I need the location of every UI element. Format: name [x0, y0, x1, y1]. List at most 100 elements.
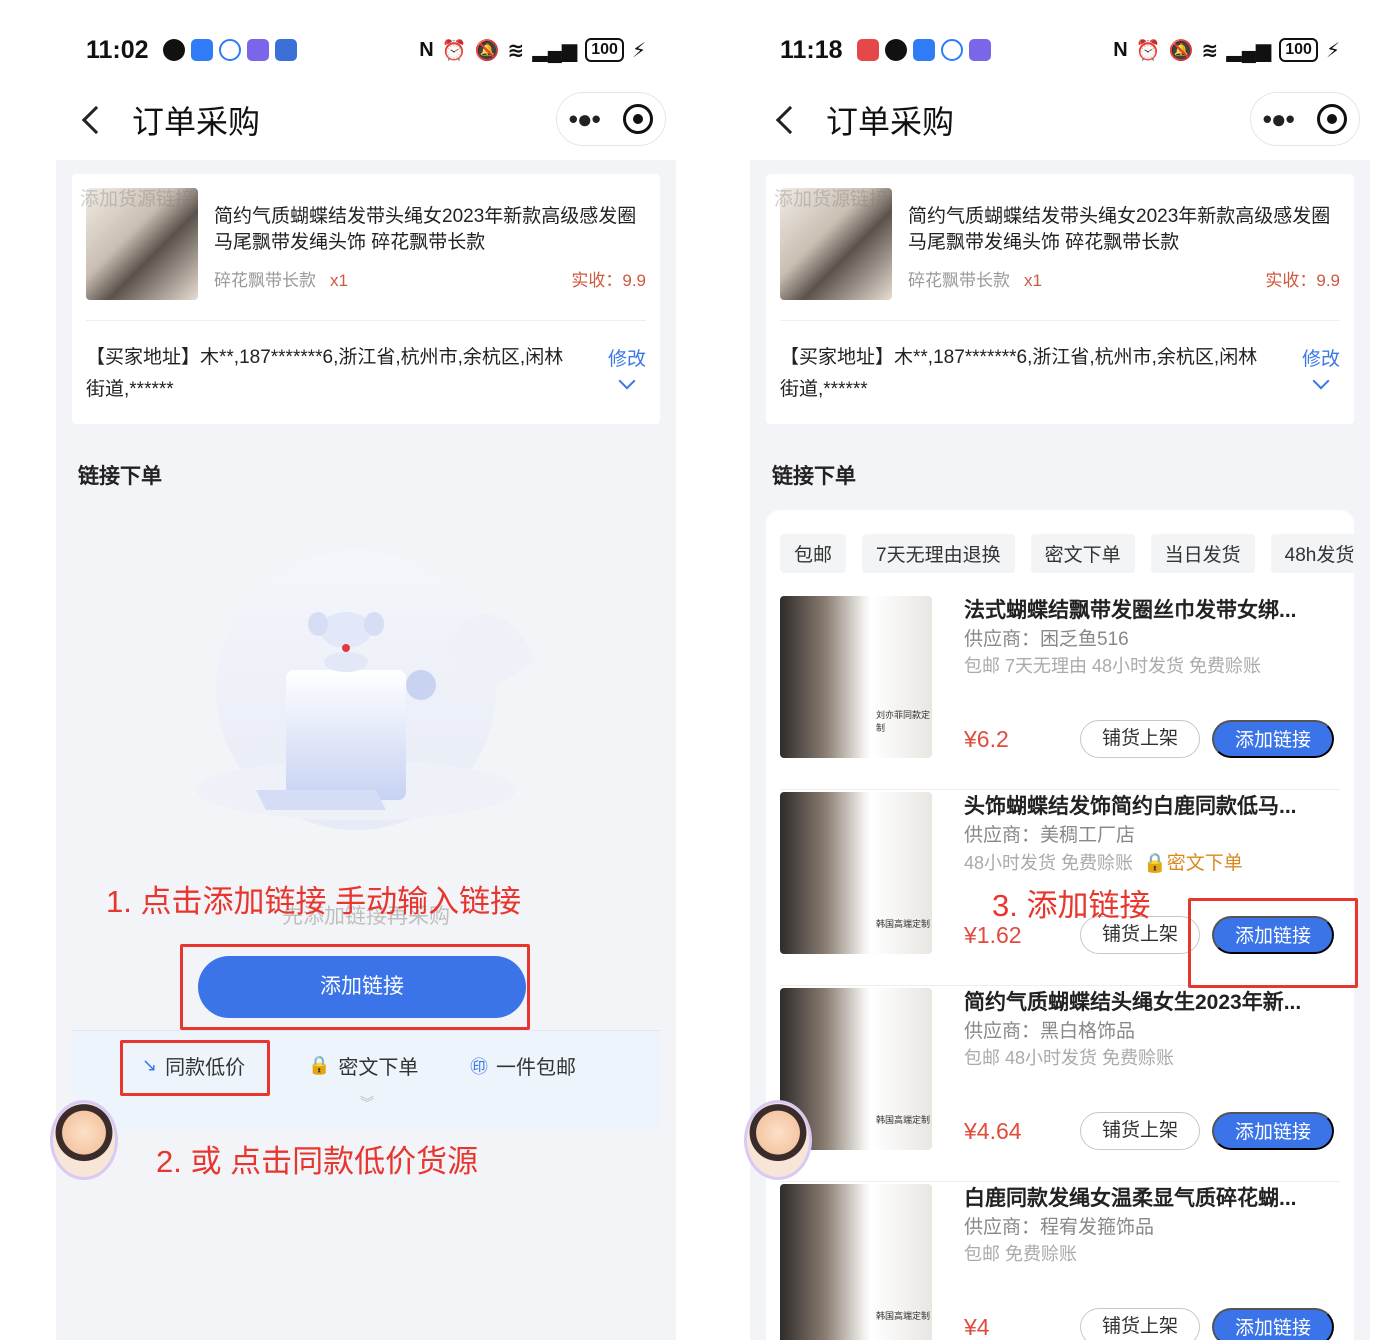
- assistant-avatar[interactable]: [50, 1100, 118, 1180]
- quantity: x1: [1024, 271, 1042, 290]
- item-supplier: 供应商：困乏鱼516: [964, 629, 1129, 650]
- nav-bar: 订单采购 •●•: [56, 88, 676, 152]
- item-price: ¥4: [964, 1314, 990, 1340]
- highlight-add-link-list: [1188, 898, 1358, 988]
- tab-encrypted-order[interactable]: 🔒 密文下单: [308, 1051, 418, 1080]
- item-title[interactable]: 简约气质蝴蝶结头绳女生2023年新...: [964, 986, 1340, 1016]
- close-miniprogram-icon[interactable]: [623, 104, 654, 134]
- charging-icon: ⚡: [631, 39, 646, 62]
- nfc-icon: N: [419, 38, 434, 61]
- annotation-step-1: 1. 点击添加链接 手动输入链接: [106, 884, 522, 919]
- battery-icon: 100: [585, 38, 624, 62]
- status-time: 11:18: [780, 35, 843, 64]
- product-title: 简约气质蝴蝶结发带头绳女2023年新款高级感发圈马尾飘带发绳头饰 碎花飘带长款: [214, 206, 637, 253]
- mail-badge-icon: ㊞: [470, 1056, 488, 1077]
- tab-free-shipping[interactable]: ㊞ 一件包邮: [470, 1051, 576, 1080]
- tags-text: 包邮 48小时发货 免费赊账: [964, 1048, 1175, 1068]
- item-supplier: 供应商：美稠工厂店: [964, 825, 1136, 846]
- product-spec: 碎花飘带长款 x1: [908, 266, 1042, 291]
- highlight-same-low-price: [120, 1040, 270, 1096]
- list-product-button[interactable]: 铺货上架: [1080, 1112, 1200, 1150]
- item-price: ¥6.2: [964, 726, 1009, 752]
- add-link-button[interactable]: 添加链接: [1212, 1308, 1334, 1340]
- chat-icon: [218, 39, 241, 61]
- image-caption: 刘亦菲同款定制: [876, 710, 931, 733]
- status-time: 11:02: [86, 35, 149, 64]
- item-image: 韩国高端定制: [780, 1184, 932, 1340]
- chevron-down-icon[interactable]: ︾: [360, 1093, 374, 1113]
- filter-chip[interactable]: 当日发货: [1150, 534, 1255, 573]
- close-miniprogram-icon[interactable]: [1317, 104, 1348, 134]
- list-item: 刘亦菲同款定制 法式蝴蝶结飘带发圈丝巾发带女绑... 供应商：困乏鱼516 包邮…: [780, 594, 1340, 790]
- divider: [86, 320, 646, 321]
- paid-amount: 实收：9.9: [1265, 271, 1340, 290]
- assistant-avatar[interactable]: [744, 1100, 812, 1180]
- item-title[interactable]: 白鹿同款发绳女温柔显气质碎花蝴...: [964, 1182, 1340, 1212]
- list-product-button[interactable]: 铺货上架: [1080, 720, 1200, 758]
- back-icon[interactable]: [81, 105, 111, 135]
- item-price: ¥4.64: [964, 1118, 1022, 1144]
- page-content: 添加货源链接 简约气质蝴蝶结发带头绳女2023年新款高级感发圈马尾飘带发绳头饰 …: [750, 160, 1370, 1340]
- add-link-button[interactable]: 添加链接: [1212, 1112, 1334, 1150]
- nav-bar: 订单采购 •●•: [750, 88, 1370, 152]
- item-title[interactable]: 头饰蝴蝶结发饰简约白鹿同款低马...: [964, 790, 1340, 820]
- item-title[interactable]: 法式蝴蝶结飘带发圈丝巾发带女绑...: [964, 594, 1340, 624]
- qq-icon: [162, 39, 185, 61]
- tab-label: 一件包邮: [496, 1057, 576, 1079]
- chevron-down-icon: [1312, 372, 1330, 390]
- app-icon: [190, 39, 213, 61]
- tags-text: 包邮 7天无理由 48小时发货 免费赊账: [964, 656, 1262, 676]
- back-icon[interactable]: [775, 105, 805, 135]
- jd-icon: [274, 39, 297, 61]
- app-icon: [912, 39, 935, 61]
- filter-chip[interactable]: 48h发货: [1270, 534, 1354, 573]
- right-phone-screen: 11:18 N ⏰ 🔕 ≋ ▂▄▆ 100 ⚡ 订单采购 •●• 添加货源链接: [744, 0, 1370, 1340]
- paid-amount: 实收：9.9: [571, 271, 646, 290]
- spec-text: 碎花飘带长款: [214, 271, 316, 290]
- mini-program-capsule: •●•: [556, 92, 666, 146]
- filter-chip[interactable]: 包邮: [780, 534, 847, 573]
- tab-label: 密文下单: [338, 1057, 419, 1079]
- filter-chips: 包邮 7天无理由退换 密文下单 当日发货 48h发货: [780, 534, 1354, 573]
- modify-address-button[interactable]: 修改: [608, 344, 646, 390]
- wifi-icon: ≋: [1201, 39, 1219, 62]
- status-bar: 11:02 N ⏰ 🔕 ≋ ▂▄▆ 100 ⚡: [86, 30, 646, 70]
- mini-program-capsule: •●•: [1250, 92, 1360, 146]
- nfc-icon: N: [1113, 38, 1128, 61]
- product-spec: 碎花飘带长款 x1: [214, 266, 348, 291]
- empty-state-illustration: [196, 550, 536, 830]
- mute-icon: 🔕: [1168, 39, 1194, 62]
- item-tags: 48小时发货 免费赊账 🔒密文下单: [964, 848, 1243, 875]
- list-product-button[interactable]: 铺货上架: [1080, 1308, 1200, 1340]
- tags-text: 包邮 免费赊账: [964, 1244, 1078, 1264]
- product-title: 简约气质蝴蝶结发带头绳女2023年新款高级感发圈马尾飘带发绳头饰 碎花飘带长款: [908, 206, 1331, 253]
- alarm-icon: ⏰: [441, 39, 467, 62]
- app-icon: [968, 39, 991, 61]
- battery-icon: 100: [1279, 38, 1318, 62]
- encrypted-order-tag: 🔒密文下单: [1143, 853, 1243, 874]
- filter-chip[interactable]: 7天无理由退换: [862, 534, 1015, 573]
- app-icon: [856, 39, 879, 61]
- signal-icon: ▂▄▆: [1226, 39, 1272, 62]
- item-image: 刘亦菲同款定制: [780, 596, 932, 758]
- watermark-text: 添加货源链接: [80, 189, 195, 210]
- highlight-add-link: [180, 944, 530, 1030]
- add-link-button[interactable]: 添加链接: [1212, 720, 1334, 758]
- buyer-address: 【买家地址】木**,187*******6,浙江省,杭州市,余杭区,闲林街道,*…: [86, 347, 564, 400]
- image-caption: 韩国高端定制: [876, 1311, 931, 1321]
- spec-text: 碎花飘带长款: [908, 271, 1010, 290]
- signal-icon: ▂▄▆: [532, 39, 578, 62]
- page-title: 订单采购: [826, 104, 955, 140]
- section-title: 链接下单: [78, 465, 162, 488]
- item-tags: 包邮 7天无理由 48小时发货 免费赊账: [964, 652, 1271, 678]
- modify-label: 修改: [1301, 349, 1340, 370]
- image-caption: 韩国高端定制: [876, 919, 931, 929]
- more-icon[interactable]: •●•: [569, 104, 601, 135]
- modify-address-button[interactable]: 修改: [1301, 344, 1340, 390]
- tags-text: 48小时发货 免费赊账: [964, 853, 1134, 873]
- more-icon[interactable]: •●•: [1263, 104, 1295, 135]
- buyer-address: 【买家地址】木**,187*******6,浙江省,杭州市,余杭区,闲林街道,*…: [780, 347, 1258, 400]
- order-card: 添加货源链接 简约气质蝴蝶结发带头绳女2023年新款高级感发圈马尾飘带发绳头饰 …: [72, 174, 660, 424]
- filter-chip[interactable]: 密文下单: [1030, 534, 1135, 573]
- wifi-icon: ≋: [507, 39, 525, 62]
